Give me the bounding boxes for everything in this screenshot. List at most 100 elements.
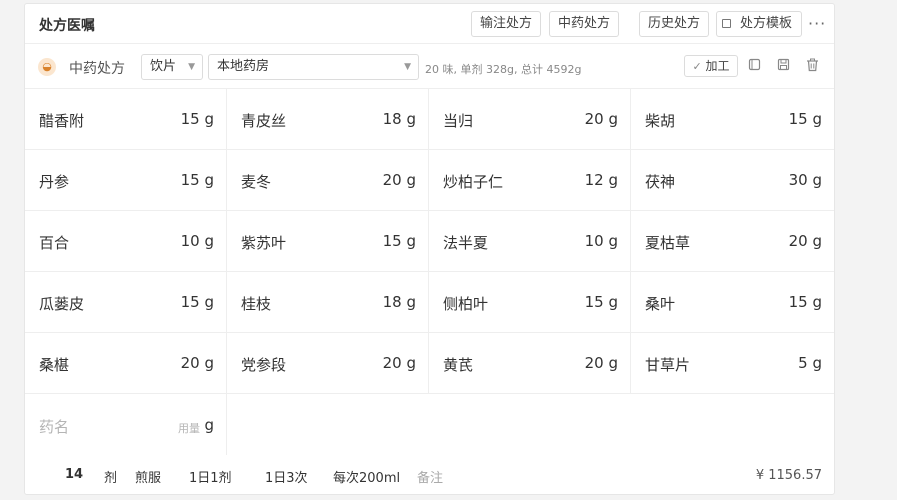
herb-cell[interactable]: 法半夏 10 g: [429, 211, 631, 272]
usage-select[interactable]: 煎服: [135, 467, 161, 486]
pharmacy-select[interactable]: 本地药房 ▼: [208, 54, 419, 80]
form-select-value: 饮片: [150, 59, 177, 74]
herb-name: 甘草片: [645, 356, 691, 374]
herb-name: 黄芪: [443, 356, 474, 374]
herb-name: 青皮丝: [241, 112, 287, 130]
herb-dose[interactable]: 20 g: [181, 354, 214, 372]
herb-cell[interactable]: 茯神 30 g: [631, 150, 834, 211]
herb-cell[interactable]: 侧柏叶 15 g: [429, 272, 631, 333]
herb-cell[interactable]: 丹参 15 g: [25, 150, 227, 211]
more-horizontal-icon[interactable]: ···: [808, 14, 826, 33]
herb-dose[interactable]: 30 g: [789, 171, 822, 189]
herb-qty-input[interactable]: 用量: [178, 420, 200, 436]
herb-cell[interactable]: 柴胡 15 g: [631, 89, 834, 150]
chevron-down-icon: ▼: [404, 62, 411, 72]
herb-cell[interactable]: 甘草片 5 g: [631, 333, 834, 394]
template-icon: [722, 19, 731, 28]
herb-name: 桂枝: [241, 295, 272, 313]
rx-template-button[interactable]: 处方模板: [716, 11, 802, 37]
herb-dose[interactable]: 20 g: [789, 232, 822, 250]
herb-name: 桑椹: [39, 356, 70, 374]
herb-cell[interactable]: 桂枝 18 g: [227, 272, 429, 333]
herb-name: 夏枯草: [645, 234, 691, 252]
herb-cell[interactable]: 麦冬 20 g: [227, 150, 429, 211]
herb-dose[interactable]: 15 g: [789, 110, 822, 128]
daily-dose-select[interactable]: 1日1剂: [189, 467, 232, 486]
herb-dose[interactable]: 10 g: [181, 232, 214, 250]
pharmacy-select-value: 本地药房: [217, 59, 270, 74]
herb-name: 炒柏子仁: [443, 173, 504, 191]
herb-cell[interactable]: 醋香附 15 g: [25, 89, 227, 150]
herb-unit-label: g: [204, 416, 214, 434]
herb-cell[interactable]: 夏枯草 20 g: [631, 211, 834, 272]
herb-grid: 醋香附 15 g 青皮丝 18 g 当归 20 g 柴胡 15 g 丹参 15 g 麦冬 2…: [25, 89, 834, 455]
herb-cell[interactable]: 党参段 20 g: [227, 333, 429, 394]
herb-dose[interactable]: 10 g: [585, 232, 618, 250]
herb-cell[interactable]: 当归 20 g: [429, 89, 631, 150]
copy-icon[interactable]: [747, 58, 761, 72]
herb-name: 瓜蒌皮: [39, 295, 85, 313]
panel-header: 处方医嘱 输注处方 中药处方 历史处方 处方模板 ···: [25, 4, 834, 44]
herb-dose[interactable]: 15 g: [181, 110, 214, 128]
herb-cell[interactable]: 瓜蒌皮 15 g: [25, 272, 227, 333]
herb-dose[interactable]: 18 g: [383, 293, 416, 311]
herb-dose[interactable]: 15 g: [585, 293, 618, 311]
tcm-rx-button[interactable]: 中药处方: [549, 11, 619, 37]
form-select[interactable]: 饮片 ▼: [141, 54, 203, 80]
rx-toolbar: ◒ 中药处方 饮片 ▼ 本地药房 ▼ 20 味, 单剂 328g, 总计 459…: [25, 44, 834, 89]
herb-dose[interactable]: 20 g: [383, 354, 416, 372]
rx-footer: 14 剂 煎服 1日1剂 1日3次 每次200ml 备注 ¥ 1156.57: [25, 455, 834, 496]
rx-template-label: 处方模板: [739, 16, 792, 31]
herb-dose[interactable]: 12 g: [585, 171, 618, 189]
dose-count-unit: 剂: [104, 471, 118, 486]
daily-times-select[interactable]: 1日3次: [265, 467, 308, 486]
process-label: 加工: [705, 59, 730, 73]
remark-input[interactable]: 备注: [417, 467, 443, 486]
herb-name: 麦冬: [241, 173, 272, 191]
herb-cell[interactable]: 紫苏叶 15 g: [227, 211, 429, 272]
rx-type-label: 中药处方: [69, 61, 125, 77]
herb-name: 党参段: [241, 356, 287, 374]
herb-dose[interactable]: 20 g: [585, 354, 618, 372]
herb-name: 茯神: [645, 173, 676, 191]
herb-dose[interactable]: 15 g: [383, 232, 416, 250]
herb-name: 桑叶: [645, 295, 676, 313]
herb-cell[interactable]: 桑椹 20 g: [25, 333, 227, 394]
herb-name-input[interactable]: 药名: [39, 416, 69, 437]
history-rx-button[interactable]: 历史处方: [639, 11, 709, 37]
herb-cell[interactable]: 百合 10 g: [25, 211, 227, 272]
herb-dose[interactable]: 20 g: [383, 171, 416, 189]
rx-summary: 20 味, 单剂 328g, 总计 4592g: [425, 63, 582, 76]
herb-name: 法半夏: [443, 234, 489, 252]
chevron-down-icon: ▼: [188, 62, 195, 72]
herb-name: 百合: [39, 234, 70, 252]
process-button[interactable]: ✓ 加工: [684, 55, 738, 77]
check-icon: ✓: [692, 60, 702, 73]
herb-name: 柴胡: [645, 112, 676, 130]
herb-name: 侧柏叶: [443, 295, 489, 313]
prescription-panel: 处方医嘱 输注处方 中药处方 历史处方 处方模板 ··· ◒ 中药处方 饮片 ▼…: [24, 3, 835, 495]
total-price: ¥ 1156.57: [755, 468, 822, 483]
herb-name: 紫苏叶: [241, 234, 287, 252]
herb-dose[interactable]: 15 g: [181, 293, 214, 311]
herb-dose[interactable]: 5 g: [798, 354, 822, 372]
herb-cell[interactable]: 桑叶 15 g: [631, 272, 834, 333]
herb-cell[interactable]: 青皮丝 18 g: [227, 89, 429, 150]
dose-count-input[interactable]: 14: [65, 467, 83, 482]
herb-dose[interactable]: 15 g: [181, 171, 214, 189]
herb-name: 当归: [443, 112, 474, 130]
per-time-select[interactable]: 每次200ml: [333, 467, 400, 486]
herb-dose[interactable]: 20 g: [585, 110, 618, 128]
save-icon[interactable]: [776, 58, 790, 72]
trash-icon[interactable]: [805, 58, 819, 72]
herb-dose[interactable]: 15 g: [789, 293, 822, 311]
new-herb-input[interactable]: 药名 用量 g: [25, 394, 227, 455]
herb-dose[interactable]: 18 g: [383, 110, 416, 128]
mortar-icon: ◒: [38, 58, 56, 76]
herb-cell[interactable]: 黄芪 20 g: [429, 333, 631, 394]
infusion-rx-button[interactable]: 输注处方: [471, 11, 541, 37]
herb-name: 醋香附: [39, 112, 85, 130]
panel-title: 处方医嘱: [39, 18, 95, 34]
herb-cell[interactable]: 炒柏子仁 12 g: [429, 150, 631, 211]
herb-name: 丹参: [39, 173, 70, 191]
